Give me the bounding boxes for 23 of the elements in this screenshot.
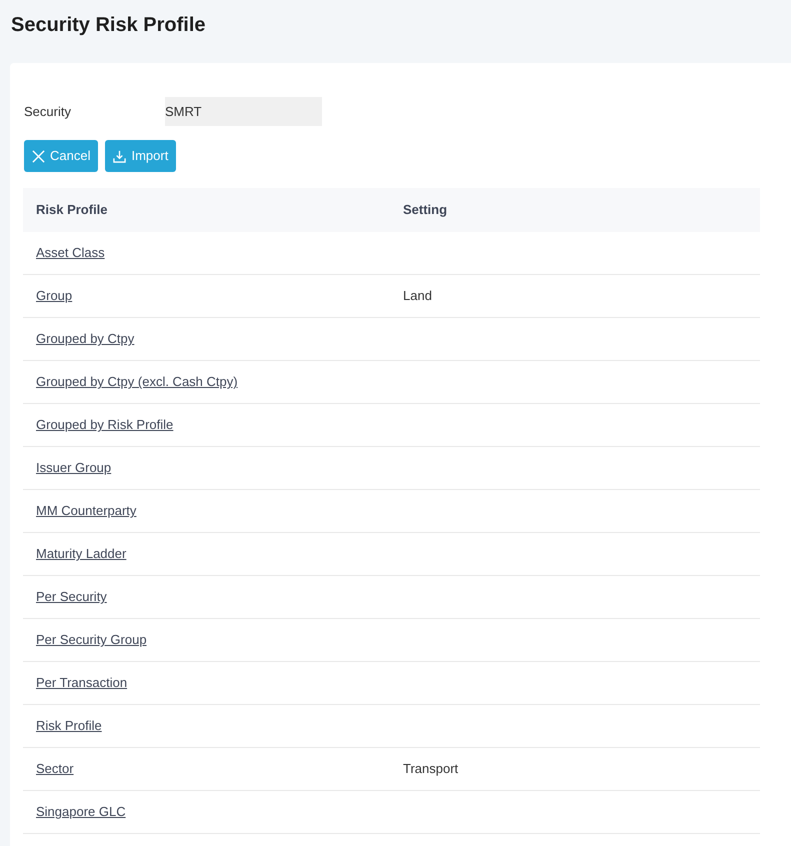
risk-profile-link[interactable]: Singapore GLC: [36, 804, 126, 820]
risk-profile-link[interactable]: Grouped by Risk Profile: [36, 417, 174, 432]
close-icon: [32, 150, 45, 162]
risk-profile-link[interactable]: Per Transaction: [36, 675, 128, 690]
risk-profile-link[interactable]: Maturity Ladder: [36, 546, 126, 562]
security-label: Security: [23, 102, 72, 121]
security-field[interactable]: SMRT: [165, 97, 322, 126]
risk-profile-link[interactable]: Risk Profile: [36, 718, 102, 734]
risk-profile-link[interactable]: Group: [36, 288, 72, 304]
risk-profile-link[interactable]: Grouped by Ctpy (excl. Cash Ctpy): [36, 374, 238, 390]
setting-cell-text: Land: [403, 287, 432, 306]
risk-profile-link[interactable]: Per Security: [36, 589, 107, 604]
download-icon: [113, 150, 126, 162]
page-title: Security Risk Profile: [11, 13, 206, 38]
risk-profile-link[interactable]: Grouped by Ctpy: [36, 331, 134, 346]
risk-profile-link[interactable]: Issuer Group: [36, 460, 112, 476]
column-header: Risk Profile: [35, 201, 109, 220]
risk-profile-link[interactable]: Per Security Group: [36, 632, 147, 648]
setting-cell-text: Transport: [403, 760, 458, 778]
column-header: Setting: [403, 201, 448, 220]
risk-profile-link[interactable]: Asset Class: [36, 245, 105, 260]
risk-profile-link[interactable]: Sector: [36, 761, 74, 776]
risk-profile-link[interactable]: MM Counterparty: [36, 503, 136, 518]
